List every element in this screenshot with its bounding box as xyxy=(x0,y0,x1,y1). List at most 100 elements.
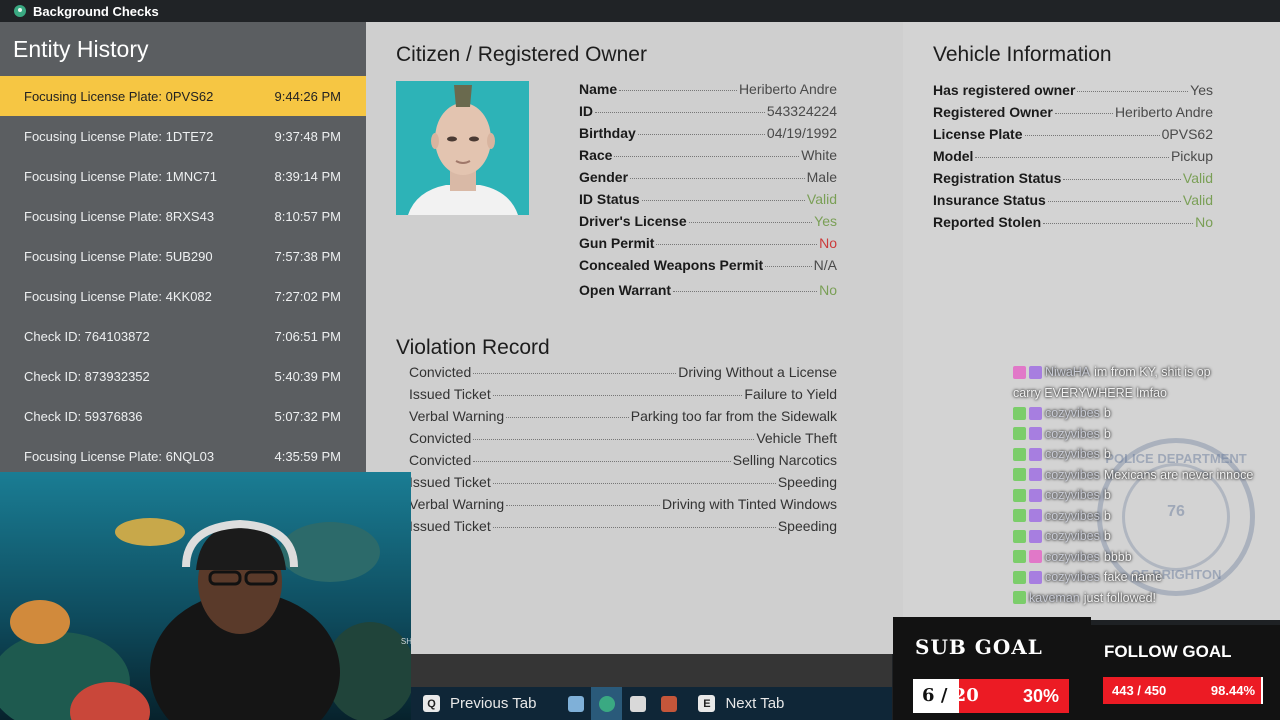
history-item[interactable]: Check ID: 59376836 5:07:32 PM xyxy=(0,396,366,436)
badge-icon xyxy=(1013,509,1026,523)
history-item-label: Focusing License Plate: 1DTE72 xyxy=(24,128,214,144)
chat-text: im from KY, shit is op xyxy=(1094,365,1211,380)
chat-user: cozyvibes xyxy=(1045,406,1100,421)
history-item-label: Focusing License Plate: 0PVS62 xyxy=(24,88,214,104)
history-item-label: Check ID: 873932352 xyxy=(24,368,150,384)
chat-message: cozyvibes Mexicans are never innoce xyxy=(1013,465,1280,486)
field-value: Valid xyxy=(1182,170,1213,186)
book-icon[interactable] xyxy=(653,687,684,720)
field-id: ID 543324224 xyxy=(579,103,837,121)
badge-icon xyxy=(1013,591,1026,605)
entity-history-heading: Entity History xyxy=(13,36,149,62)
field-value: Yes xyxy=(1190,82,1213,98)
field-value: N/A xyxy=(813,257,837,273)
field-value: White xyxy=(801,147,837,163)
field-concealed-weapons-permit: Concealed Weapons Permit N/A xyxy=(579,257,837,275)
vehicle-field-reported-stolen: Reported Stolen No xyxy=(933,214,1213,232)
violation-offense: Parking too far from the Sidewalk xyxy=(630,408,837,424)
field-label: ID xyxy=(579,103,593,119)
violation-type: Issued Ticket xyxy=(409,474,491,490)
history-item-time: 5:40:39 PM xyxy=(274,368,342,384)
violation-type: Convicted xyxy=(409,364,472,380)
field-value: 0PVS62 xyxy=(1161,126,1213,142)
sub-goal-count: 6 / 20 xyxy=(922,685,979,706)
field-label: Registered Owner xyxy=(933,104,1053,120)
chat-message: kaveman just followed! xyxy=(1013,588,1280,609)
field-race: Race White xyxy=(579,147,837,165)
history-item[interactable]: Check ID: 764103872 7:06:51 PM xyxy=(0,316,366,356)
chat-message: NiwaHA im from KY, shit is op xyxy=(1013,362,1280,383)
chat-text: Mexicans are never innoce xyxy=(1103,467,1254,482)
chat-user: cozyvibes xyxy=(1045,529,1100,544)
chat-user: NiwaHA xyxy=(1045,365,1091,380)
field-name: Name Heriberto Andre xyxy=(579,81,837,99)
history-item[interactable]: Focusing License Plate: 0PVS62 9:44:26 PM xyxy=(0,76,366,116)
history-item-label: Focusing License Plate: 8RXS43 xyxy=(24,208,215,224)
sub-badge-icon xyxy=(1029,570,1042,584)
violation-row: Issued Ticket Failure to Yield xyxy=(409,386,837,404)
vehicle-field-insurance-status: Insurance Status Valid xyxy=(933,192,1213,210)
chat-user: cozyvibes xyxy=(1045,467,1100,482)
field-value: Valid xyxy=(806,191,837,207)
field-value: No xyxy=(819,235,837,251)
history-item-time: 7:06:51 PM xyxy=(274,328,342,344)
violation-record-title: Violation Record xyxy=(396,336,550,359)
field-label: Race xyxy=(579,147,613,163)
history-item[interactable]: Focusing License Plate: 1DTE72 9:37:48 PM xyxy=(0,116,366,156)
sub-badge-icon xyxy=(1029,550,1042,564)
next-tab-key[interactable]: E xyxy=(698,695,716,712)
history-item-time: 9:44:26 PM xyxy=(274,88,342,104)
field-id-status: ID Status Valid xyxy=(579,191,837,209)
field-label: Concealed Weapons Permit xyxy=(579,257,764,273)
chat-text: b xyxy=(1103,488,1111,503)
badge-icon xyxy=(1013,365,1026,379)
prev-tab-key[interactable]: Q xyxy=(423,695,440,712)
violation-row: Issued Ticket Speeding xyxy=(409,518,837,536)
violation-offense: Driving Without a License xyxy=(678,364,837,380)
history-item-time: 4:35:59 PM xyxy=(274,448,342,464)
badge-icon xyxy=(1013,427,1026,441)
sub-badge-icon xyxy=(1029,529,1042,543)
field-label: Gun Permit xyxy=(579,235,655,251)
citizen-panel: Citizen / Registered Owner Name Heriberto… xyxy=(366,22,903,654)
history-item-label: Check ID: 764103872 xyxy=(24,328,150,344)
next-tab-button[interactable]: Next Tab xyxy=(725,695,784,712)
window-title: Background Checks xyxy=(33,3,159,19)
field-label: Model xyxy=(933,148,974,164)
chat-text: b xyxy=(1103,529,1111,544)
chat-text: b xyxy=(1103,508,1111,523)
vehicle-field-registration-status: Registration Status Valid xyxy=(933,170,1213,188)
vehicle-panel: Vehicle Information Has registered owner… xyxy=(903,22,1280,620)
chat-text: b xyxy=(1103,447,1111,462)
field-open-warrant: Open Warrant No xyxy=(579,282,837,300)
history-item-time: 8:39:14 PM xyxy=(274,168,342,184)
violation-offense: Vehicle Theft xyxy=(756,430,837,446)
history-item-time: 7:57:38 PM xyxy=(274,248,342,264)
map-icon[interactable] xyxy=(560,687,591,720)
field-value: Valid xyxy=(1182,192,1213,208)
follow-goal-percent: 98.44% xyxy=(1210,683,1255,698)
field-label: Name xyxy=(579,81,618,97)
sub-goal-widget: SUB GOAL 6 / 20 30% xyxy=(893,617,1091,720)
history-item[interactable]: Focusing License Plate: 6NQL03 4:35:59 PM xyxy=(0,436,366,472)
citizen-portrait xyxy=(396,81,529,215)
violation-type: Convicted xyxy=(409,452,472,468)
history-item[interactable]: Check ID: 873932352 5:40:39 PM xyxy=(0,356,366,396)
clipboard-icon[interactable] xyxy=(622,687,653,720)
follow-goal-widget: FOLLOW GOAL 443 / 450 98.44% xyxy=(1091,625,1280,720)
sub-badge-icon xyxy=(1029,406,1042,420)
history-item[interactable]: Focusing License Plate: 4KK082 7:27:02 PM xyxy=(0,276,366,316)
violation-type: Verbal Warning xyxy=(409,408,505,424)
history-item[interactable]: Focusing License Plate: 5UB290 7:57:38 PM xyxy=(0,236,366,276)
chat-user: cozyvibes xyxy=(1045,447,1100,462)
previous-tab-button[interactable]: Previous Tab xyxy=(450,695,536,712)
history-item-label: Focusing License Plate: 6NQL03 xyxy=(24,448,215,464)
history-item-time: 7:27:02 PM xyxy=(274,288,342,304)
history-item[interactable]: Focusing License Plate: 1MNC71 8:39:14 PM xyxy=(0,156,366,196)
history-item[interactable]: Focusing License Plate: 8RXS43 8:10:57 PM xyxy=(0,196,366,236)
sub-badge-icon xyxy=(1029,447,1042,461)
badge-icon xyxy=(1013,570,1026,584)
sub-badge-icon xyxy=(1029,365,1042,379)
chat-user: cozyvibes xyxy=(1045,570,1100,585)
person-icon[interactable] xyxy=(591,687,623,720)
